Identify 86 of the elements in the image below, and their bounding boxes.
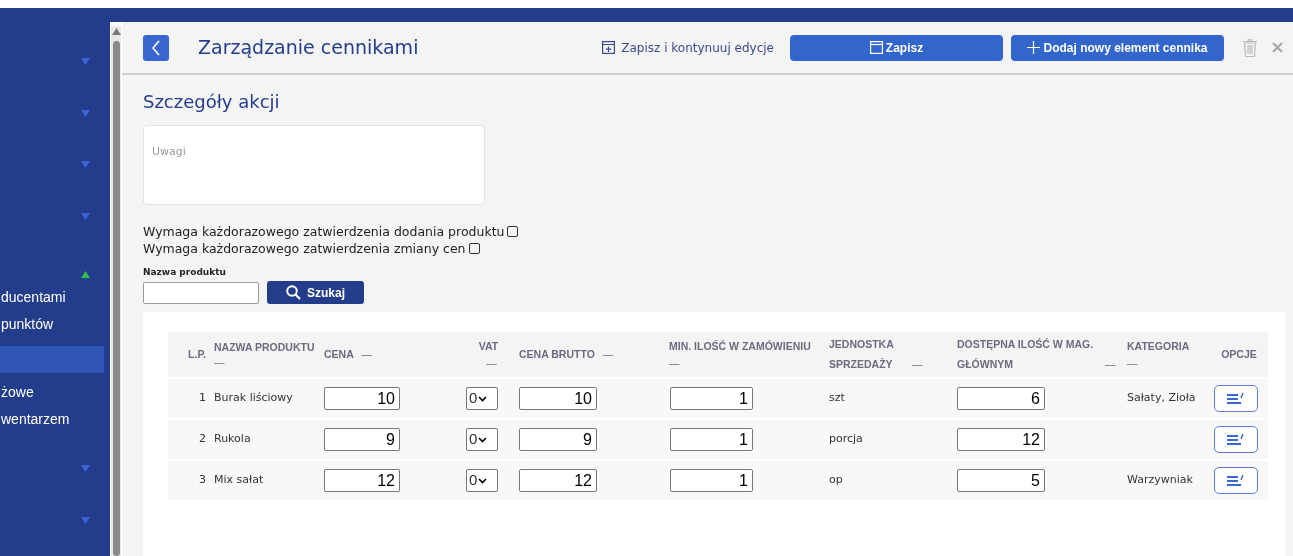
expand-arrow-icon[interactable] — [81, 212, 90, 220]
collapse-arrow-icon[interactable] — [81, 271, 90, 278]
sort-icon[interactable]: — — [472, 354, 511, 371]
sales-unit: porcja — [829, 432, 863, 446]
number-field[interactable]: 1 — [670, 428, 753, 452]
options-button[interactable] — [1214, 426, 1258, 454]
list-edit-icon — [1226, 432, 1246, 447]
column-header: JEDNOSTKA SPRZEDAŻY — [829, 336, 895, 372]
sidebar-item[interactable]: żowe — [0, 379, 110, 406]
number-field[interactable]: 1 — [670, 469, 753, 493]
checkbox[interactable] — [507, 225, 519, 237]
column-header: CENA — [324, 348, 354, 361]
row-number: 2 — [199, 432, 206, 446]
number-field[interactable]: 9 — [519, 428, 597, 452]
chevron-down-icon — [478, 436, 488, 443]
number-field[interactable]: 10 — [324, 387, 400, 411]
row-number: 1 — [199, 391, 206, 405]
product-name: Mix sałat — [214, 473, 264, 487]
expand-arrow-icon[interactable] — [81, 58, 90, 66]
column-header: L.P. — [188, 348, 206, 361]
notes-field[interactable]: Uwagi — [143, 124, 485, 205]
chevron-left-icon — [151, 39, 161, 56]
search-button[interactable]: Szukaj — [267, 281, 364, 305]
expand-arrow-icon[interactable] — [81, 109, 90, 117]
number-field[interactable]: 1 — [670, 387, 753, 411]
vat-select[interactable]: 0 — [466, 469, 498, 493]
product-name: Burak liściowy — [214, 391, 293, 405]
number-field[interactable]: 12 — [519, 469, 597, 493]
expand-arrow-icon[interactable] — [81, 516, 90, 524]
column-header: NAZWA PRODUKTU — [214, 340, 315, 353]
field-label: Nazwa produktu — [143, 265, 227, 279]
column-header: MIN. ILOŚĆ W ZAMÓWIENIU — [669, 340, 811, 353]
sort-icon[interactable]: — — [1105, 357, 1116, 370]
back-button[interactable] — [143, 34, 169, 61]
save-add-icon — [602, 41, 616, 54]
sales-unit: op — [829, 473, 843, 487]
number-field[interactable]: 12 — [324, 469, 400, 493]
column-header: OPCJE — [1221, 348, 1257, 361]
expand-arrow-icon[interactable] — [81, 465, 90, 473]
search-icon — [286, 285, 301, 301]
sidebar-item[interactable]: ducentami — [0, 284, 110, 311]
column-header: CENA BRUTTO — [519, 348, 595, 361]
vat-select[interactable]: 0 — [466, 387, 498, 411]
number-field[interactable]: 10 — [519, 387, 597, 411]
section-title: Szczegóły akcji — [143, 91, 281, 113]
category: Warzywniak — [1127, 473, 1193, 487]
add-element-button[interactable]: Dodaj nowy element cennika — [1011, 34, 1224, 61]
scrollbar[interactable] — [111, 26, 121, 556]
checkbox-label: Wymaga każdorazowego zatwierdzenia dodania produktu — [143, 222, 505, 240]
chevron-down-icon — [478, 395, 488, 402]
sales-unit: szt — [829, 391, 845, 405]
sort-icon[interactable]: — — [912, 357, 923, 370]
plus-icon — [1027, 41, 1041, 54]
number-field[interactable]: 6 — [957, 387, 1045, 411]
list-edit-icon — [1226, 391, 1246, 406]
sidebar-item[interactable]: wentarzem — [0, 406, 110, 433]
chevron-down-icon — [478, 477, 488, 484]
sort-icon[interactable]: — — [602, 348, 614, 361]
row-number: 3 — [199, 473, 206, 487]
window-icon — [869, 41, 883, 54]
category: Sałaty, Zioła — [1127, 391, 1196, 405]
product-name: Rukola — [214, 432, 251, 446]
close-icon[interactable] — [1272, 42, 1283, 53]
number-field[interactable]: 12 — [957, 428, 1045, 452]
sidebar-item[interactable]: punktów — [0, 311, 110, 338]
save-continue-link[interactable]: Zapisz i kontynuuj edycje — [602, 38, 774, 57]
scroll-up-icon[interactable] — [111, 28, 121, 35]
product-name-field[interactable] — [143, 281, 259, 304]
options-button[interactable] — [1214, 385, 1258, 413]
checkbox-label: Wymaga każdorazowego zatwierdzenia zmiany cen — [143, 239, 466, 257]
page-title: Zarządzanie cennikami — [198, 35, 419, 61]
checkbox[interactable] — [468, 242, 480, 254]
number-field[interactable]: 5 — [957, 469, 1045, 493]
save-button[interactable]: Zapisz — [790, 34, 1003, 61]
sort-icon[interactable]: — — [669, 354, 821, 371]
vat-select[interactable]: 0 — [466, 428, 498, 452]
sort-icon[interactable]: — — [361, 348, 373, 361]
options-button[interactable] — [1214, 467, 1258, 495]
list-edit-icon — [1226, 473, 1246, 488]
column-header: DOSTĘPNA ILOŚĆ W MAG. GŁÓWNYM — [957, 336, 1095, 372]
sort-icon[interactable]: — — [1127, 354, 1206, 371]
number-field[interactable]: 9 — [324, 428, 400, 452]
column-header: KATEGORIA — [1127, 340, 1190, 353]
column-header: VAT — [478, 340, 499, 353]
sort-icon[interactable]: — — [214, 354, 316, 370]
expand-arrow-icon[interactable] — [81, 161, 90, 169]
